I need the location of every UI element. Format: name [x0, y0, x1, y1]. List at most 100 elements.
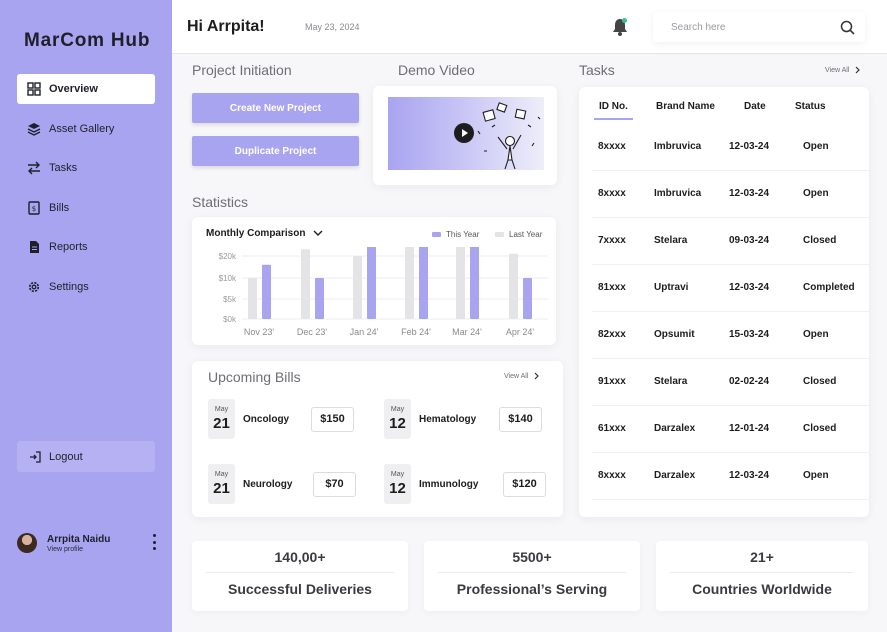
- table-row[interactable]: 81xxx Uptravi 12-03-24 Completed: [592, 265, 869, 312]
- logout-label: Logout: [49, 450, 83, 463]
- bar-this-year[interactable]: [470, 247, 479, 319]
- task-brand: Darzalex: [654, 423, 696, 434]
- table-row[interactable]: 8xxxx Imbruvica 12-03-24 Open: [592, 171, 869, 218]
- bar-last-year[interactable]: [405, 247, 414, 319]
- column-header-brand[interactable]: Brand Name: [656, 101, 715, 112]
- bill-amount[interactable]: $150: [311, 406, 354, 432]
- bar-this-year[interactable]: [419, 247, 428, 319]
- bill-amount[interactable]: $120: [503, 471, 546, 497]
- bill-month: May: [390, 471, 405, 478]
- sidebar-item-label: Tasks: [49, 162, 78, 174]
- task-status: Open: [803, 470, 829, 481]
- bills-view-all-link[interactable]: View All: [504, 372, 540, 380]
- sidebar-item-settings[interactable]: Settings: [17, 272, 155, 302]
- sidebar-item-bills[interactable]: $ Bills: [17, 193, 155, 223]
- column-header-date[interactable]: Date: [744, 101, 766, 112]
- divider: [206, 572, 394, 573]
- search-input[interactable]: [671, 21, 840, 33]
- demo-video-title: Demo Video: [398, 62, 475, 78]
- task-status: Closed: [803, 376, 837, 387]
- bill-date: May 12: [384, 399, 411, 439]
- sidebar-item-tasks[interactable]: Tasks: [17, 153, 155, 183]
- svg-text:$: $: [32, 205, 36, 213]
- duplicate-project-button[interactable]: Duplicate Project: [192, 136, 359, 166]
- bill-month: May: [390, 406, 405, 413]
- more-options-icon[interactable]: [151, 534, 157, 550]
- bill-item[interactable]: May 21 Oncology $150: [208, 399, 354, 439]
- user-profile[interactable]: Arrpita Naidu View profile: [17, 530, 165, 556]
- bill-month: May: [214, 406, 229, 413]
- bill-item[interactable]: May 12 Immunology $120: [384, 464, 546, 504]
- legend-this-year: This Year: [432, 230, 479, 239]
- legend-swatch: [432, 232, 441, 237]
- column-header-id[interactable]: ID No.: [599, 101, 628, 112]
- view-all-label: View All: [825, 66, 850, 74]
- chevron-right-icon: [534, 372, 540, 380]
- gear-icon: [27, 280, 41, 294]
- bill-amount[interactable]: $70: [313, 471, 356, 497]
- bar-last-year[interactable]: [456, 247, 465, 319]
- sidebar-item-reports[interactable]: Reports: [17, 232, 155, 262]
- stat-value: 5500+: [512, 549, 552, 565]
- chevron-down-icon: [313, 230, 323, 236]
- task-status: Closed: [803, 235, 837, 246]
- task-id: 7xxxx: [598, 235, 626, 246]
- task-status: Completed: [803, 282, 855, 293]
- bar-last-year[interactable]: [353, 256, 362, 319]
- divider: [438, 572, 626, 573]
- bar-this-year[interactable]: [367, 247, 376, 319]
- bar-this-year[interactable]: [523, 278, 532, 319]
- bar-chart: $20k $10k $5k $0k Nov 23' Dec 23' Jan 24' Feb 2…: [219, 247, 548, 337]
- task-date: 12-01-24: [729, 423, 770, 434]
- video-thumbnail[interactable]: [388, 97, 544, 170]
- y-tick-label: $10k: [219, 274, 237, 283]
- divider: [670, 572, 854, 573]
- sidebar-item-label: Settings: [49, 281, 89, 293]
- bar-this-year[interactable]: [262, 264, 271, 319]
- tasks-view-all-link[interactable]: View All: [825, 66, 861, 74]
- task-brand: Darzalex: [654, 470, 696, 481]
- create-project-button[interactable]: Create New Project: [192, 93, 359, 123]
- task-brand: Opsumit: [654, 329, 695, 340]
- table-row[interactable]: 61xxx Darzalex 12-01-24 Closed: [592, 406, 869, 453]
- sidebar-item-label: Overview: [49, 83, 98, 95]
- x-tick-label: Mar 24': [452, 327, 482, 337]
- bar-this-year[interactable]: [315, 278, 324, 319]
- table-row[interactable]: 91xxx Stelara 02-02-24 Closed: [592, 359, 869, 406]
- chart-period-dropdown[interactable]: Monthly Comparison: [206, 228, 323, 239]
- view-all-label: View All: [504, 372, 529, 380]
- bill-item[interactable]: May 12 Hematology $140: [384, 399, 542, 439]
- table-row[interactable]: 82xxx Opsumit 15-03-24 Open: [592, 312, 869, 359]
- notification-bell-icon[interactable]: [611, 17, 629, 37]
- task-brand: Stelara: [654, 235, 688, 246]
- task-brand: Imbruvica: [654, 188, 702, 199]
- greeting: Hi Arrpita!: [187, 18, 265, 35]
- avatar: [17, 533, 37, 553]
- bill-icon: $: [27, 201, 41, 215]
- table-row[interactable]: 7xxxx Stelara 09-03-24 Closed: [592, 218, 869, 265]
- view-profile-link[interactable]: View profile: [47, 546, 110, 553]
- task-id: 8xxxx: [598, 141, 626, 152]
- bar-last-year[interactable]: [509, 253, 518, 319]
- search-icon[interactable]: [840, 20, 855, 35]
- bar-last-year[interactable]: [248, 278, 257, 319]
- logout-button[interactable]: Logout: [17, 441, 155, 472]
- bill-name: Immunology: [419, 478, 479, 490]
- active-column-indicator: [594, 118, 633, 120]
- bill-day: 21: [213, 480, 230, 497]
- task-date: 12-03-24: [729, 282, 770, 293]
- bill-amount[interactable]: $140: [499, 406, 542, 432]
- bill-item[interactable]: May 21 Neurology $70: [208, 464, 356, 504]
- search-bar: [653, 12, 865, 42]
- sidebar-item-overview[interactable]: Overview: [17, 74, 155, 104]
- statistics-title: Statistics: [192, 194, 249, 210]
- sidebar-item-label: Reports: [49, 241, 88, 253]
- bar-last-year[interactable]: [301, 249, 310, 319]
- sidebar-item-asset-gallery[interactable]: Asset Gallery: [17, 114, 155, 144]
- table-row[interactable]: 8xxxx Darzalex 12-03-24 Open: [592, 453, 869, 500]
- play-icon[interactable]: [454, 123, 474, 143]
- table-row[interactable]: 8xxxx Imbruvica 12-03-24 Open: [592, 124, 869, 171]
- column-header-status[interactable]: Status: [795, 101, 826, 112]
- stat-card-professionals: 5500+ Professional’s Serving: [424, 541, 640, 611]
- task-brand: Imbruvica: [654, 141, 702, 152]
